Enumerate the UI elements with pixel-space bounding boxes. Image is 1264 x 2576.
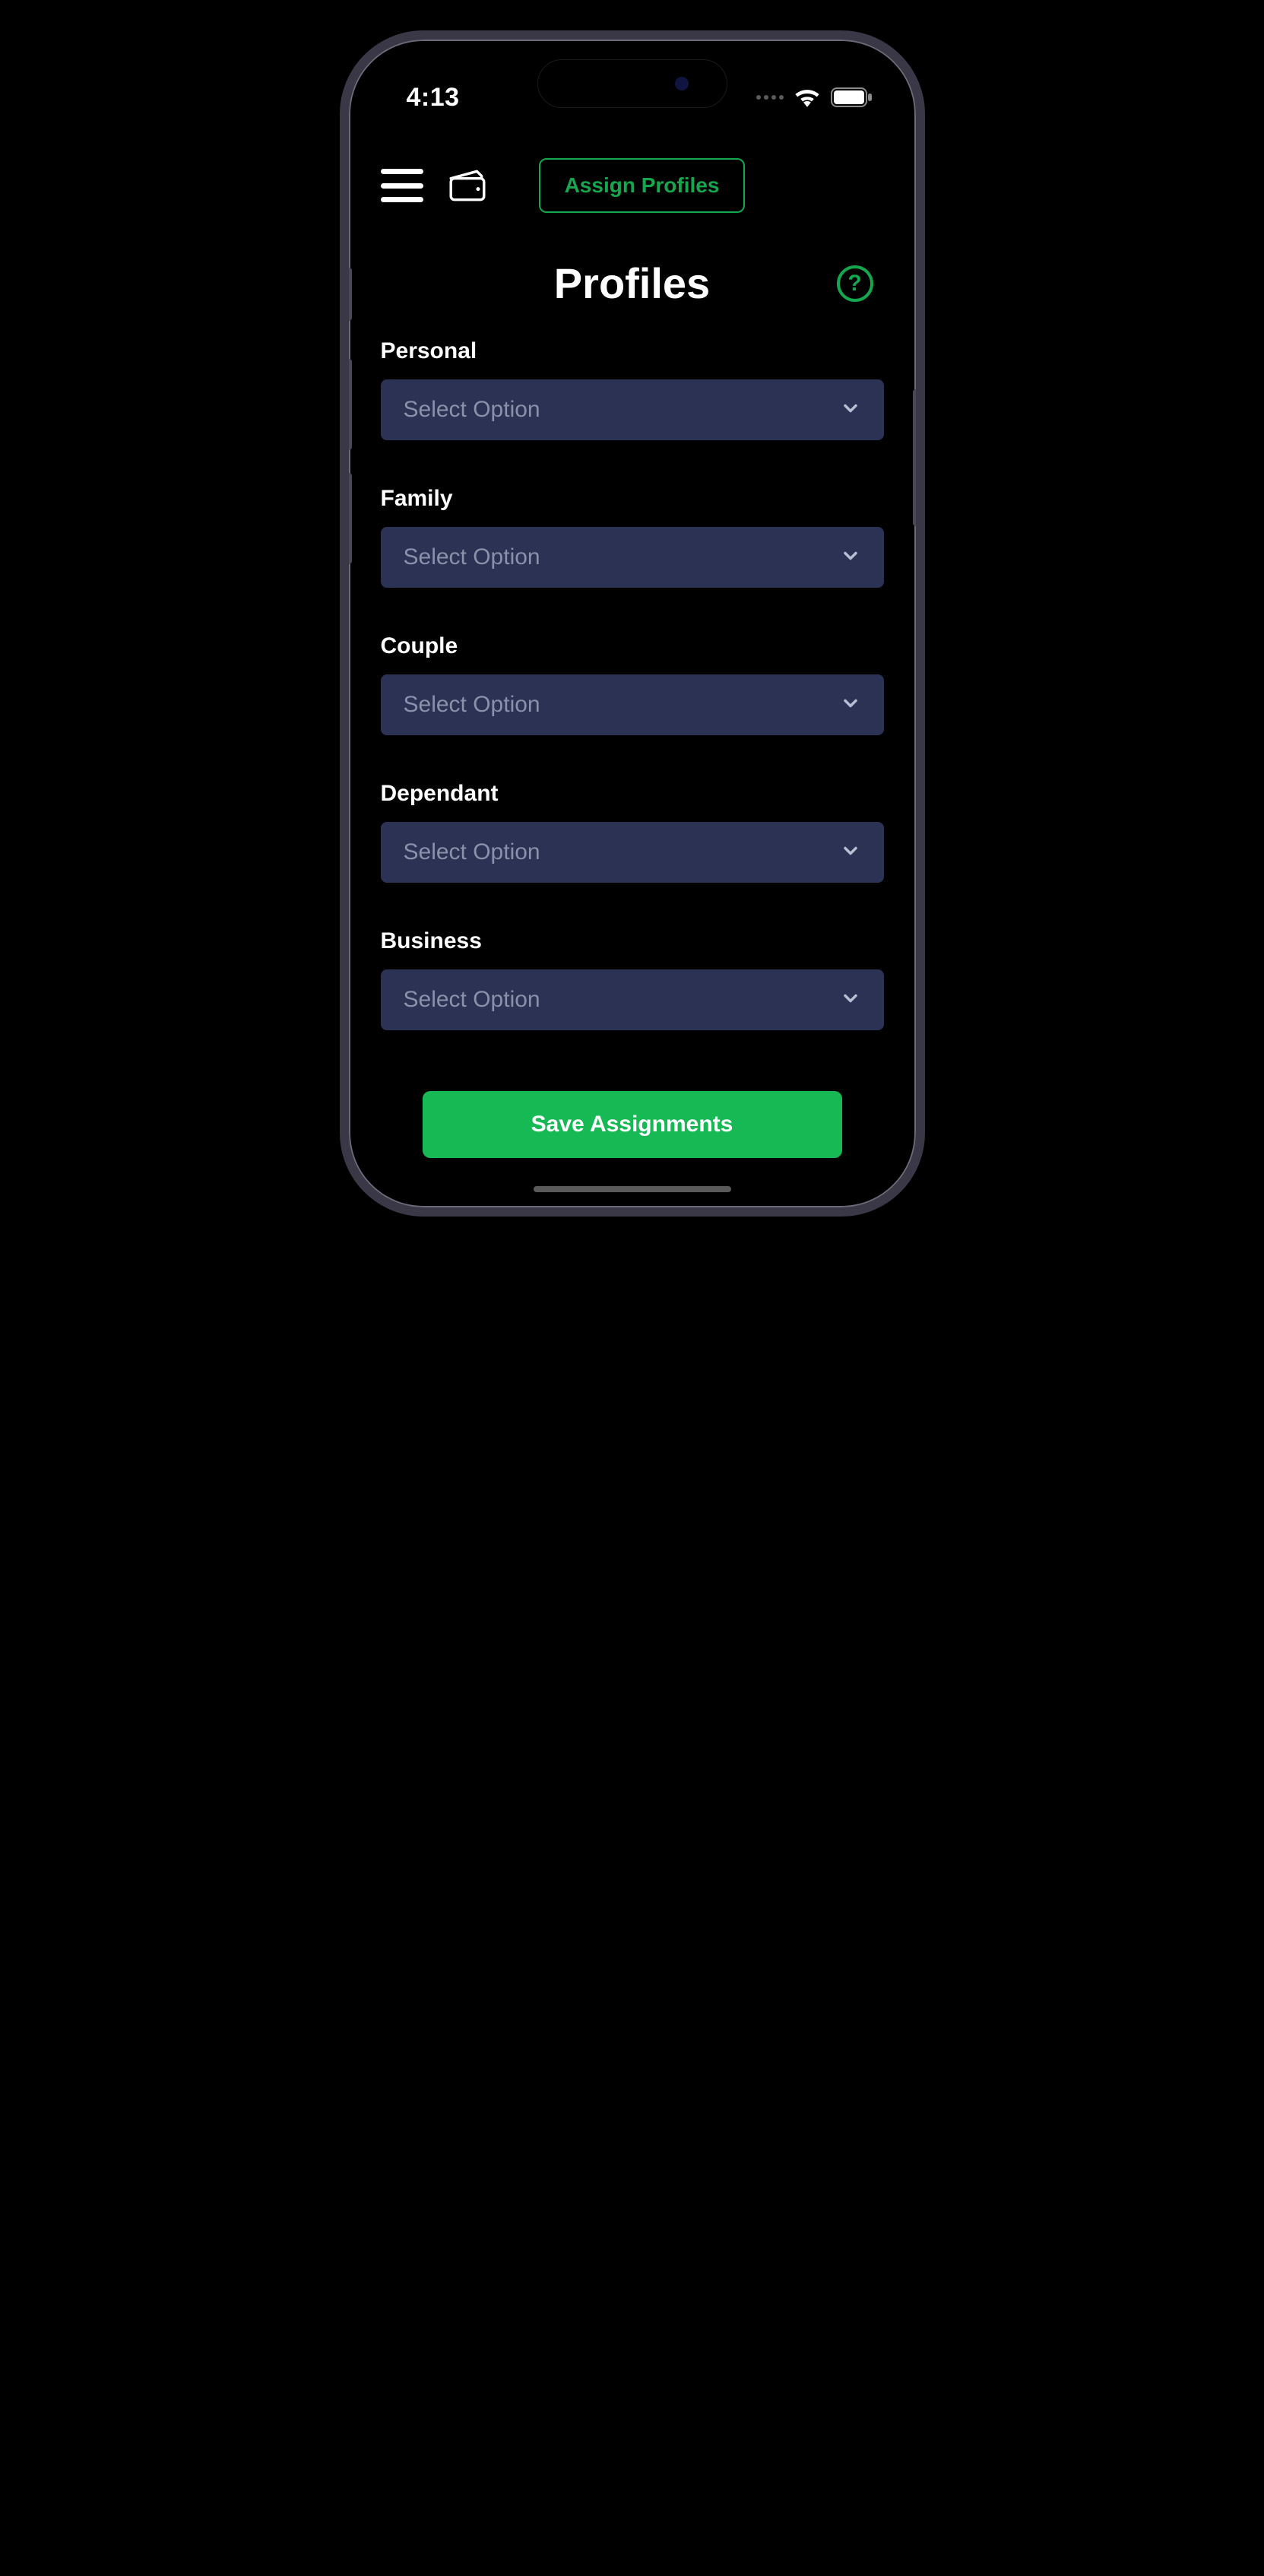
app-top-bar: Assign Profiles <box>353 128 911 213</box>
phone-frame: 4:13 <box>340 30 925 1217</box>
page-title: Profiles <box>353 259 911 308</box>
select-dependant[interactable]: Select Option <box>381 822 884 883</box>
camera-dot-icon <box>675 77 689 90</box>
assign-profiles-button[interactable]: Assign Profiles <box>539 158 746 213</box>
profiles-form: Personal Select Option Family Select Opt… <box>353 308 911 1158</box>
field-couple: Couple Select Option <box>381 633 884 735</box>
home-indicator[interactable] <box>534 1186 731 1192</box>
field-family: Family Select Option <box>381 486 884 588</box>
volume-mute-button <box>346 268 352 321</box>
volume-down-button <box>346 473 352 564</box>
phone-screen: 4:13 <box>353 44 911 1203</box>
field-dependant: Dependant Select Option <box>381 781 884 883</box>
select-business[interactable]: Select Option <box>381 969 884 1030</box>
chevron-down-icon <box>840 988 861 1013</box>
field-label-family: Family <box>381 486 884 512</box>
field-label-couple: Couple <box>381 633 884 659</box>
help-button[interactable]: ? <box>837 265 873 302</box>
field-business: Business Select Option <box>381 928 884 1030</box>
field-label-business: Business <box>381 928 884 954</box>
select-personal[interactable]: Select Option <box>381 379 884 440</box>
status-time: 4:13 <box>407 83 460 113</box>
wifi-icon <box>794 87 820 107</box>
field-personal: Personal Select Option <box>381 338 884 440</box>
cellular-signal-icon <box>756 95 784 100</box>
status-icons <box>756 87 873 107</box>
battery-icon <box>831 87 873 107</box>
help-icon: ? <box>847 271 861 297</box>
wallet-icon[interactable] <box>446 167 489 204</box>
power-button <box>913 389 919 526</box>
volume-up-button <box>346 359 352 450</box>
chevron-down-icon <box>840 398 861 423</box>
title-row: Profiles ? <box>353 259 911 308</box>
dynamic-island <box>537 59 727 108</box>
field-label-personal: Personal <box>381 338 884 364</box>
select-family[interactable]: Select Option <box>381 527 884 588</box>
menu-icon[interactable] <box>381 169 423 202</box>
chevron-down-icon <box>840 693 861 718</box>
save-assignments-button[interactable]: Save Assignments <box>423 1091 842 1158</box>
field-label-dependant: Dependant <box>381 781 884 807</box>
select-placeholder: Select Option <box>404 839 540 865</box>
chevron-down-icon <box>840 840 861 865</box>
select-placeholder: Select Option <box>404 397 540 423</box>
select-placeholder: Select Option <box>404 692 540 718</box>
select-couple[interactable]: Select Option <box>381 674 884 735</box>
chevron-down-icon <box>840 545 861 570</box>
select-placeholder: Select Option <box>404 987 540 1013</box>
select-placeholder: Select Option <box>404 544 540 570</box>
